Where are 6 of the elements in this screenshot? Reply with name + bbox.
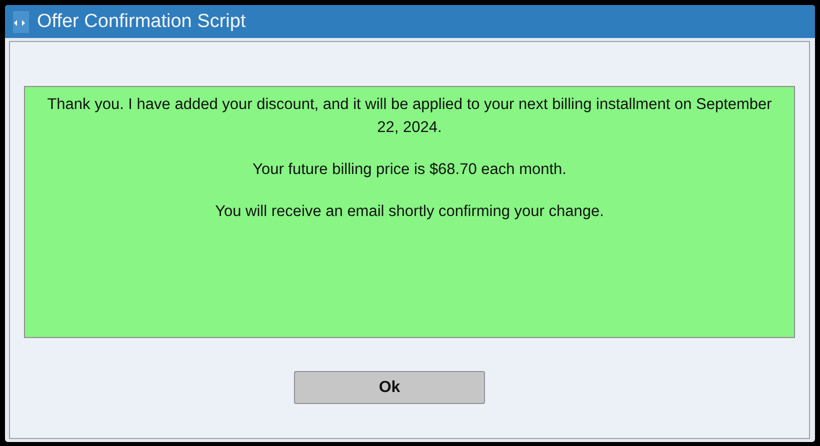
message-text: Your future billing price is $68.70 each month. [252,160,566,180]
app-icon [13,10,29,32]
message-text: You will receive an email shortly confirming your change. [215,202,604,222]
message-text: Thank you. I have added your discount, and it will be applied to your next billing installment on September 22, 2024. [46,95,773,138]
window-title: Offer Confirmation Script [37,10,246,32]
ok-button[interactable]: Ok [294,371,485,404]
